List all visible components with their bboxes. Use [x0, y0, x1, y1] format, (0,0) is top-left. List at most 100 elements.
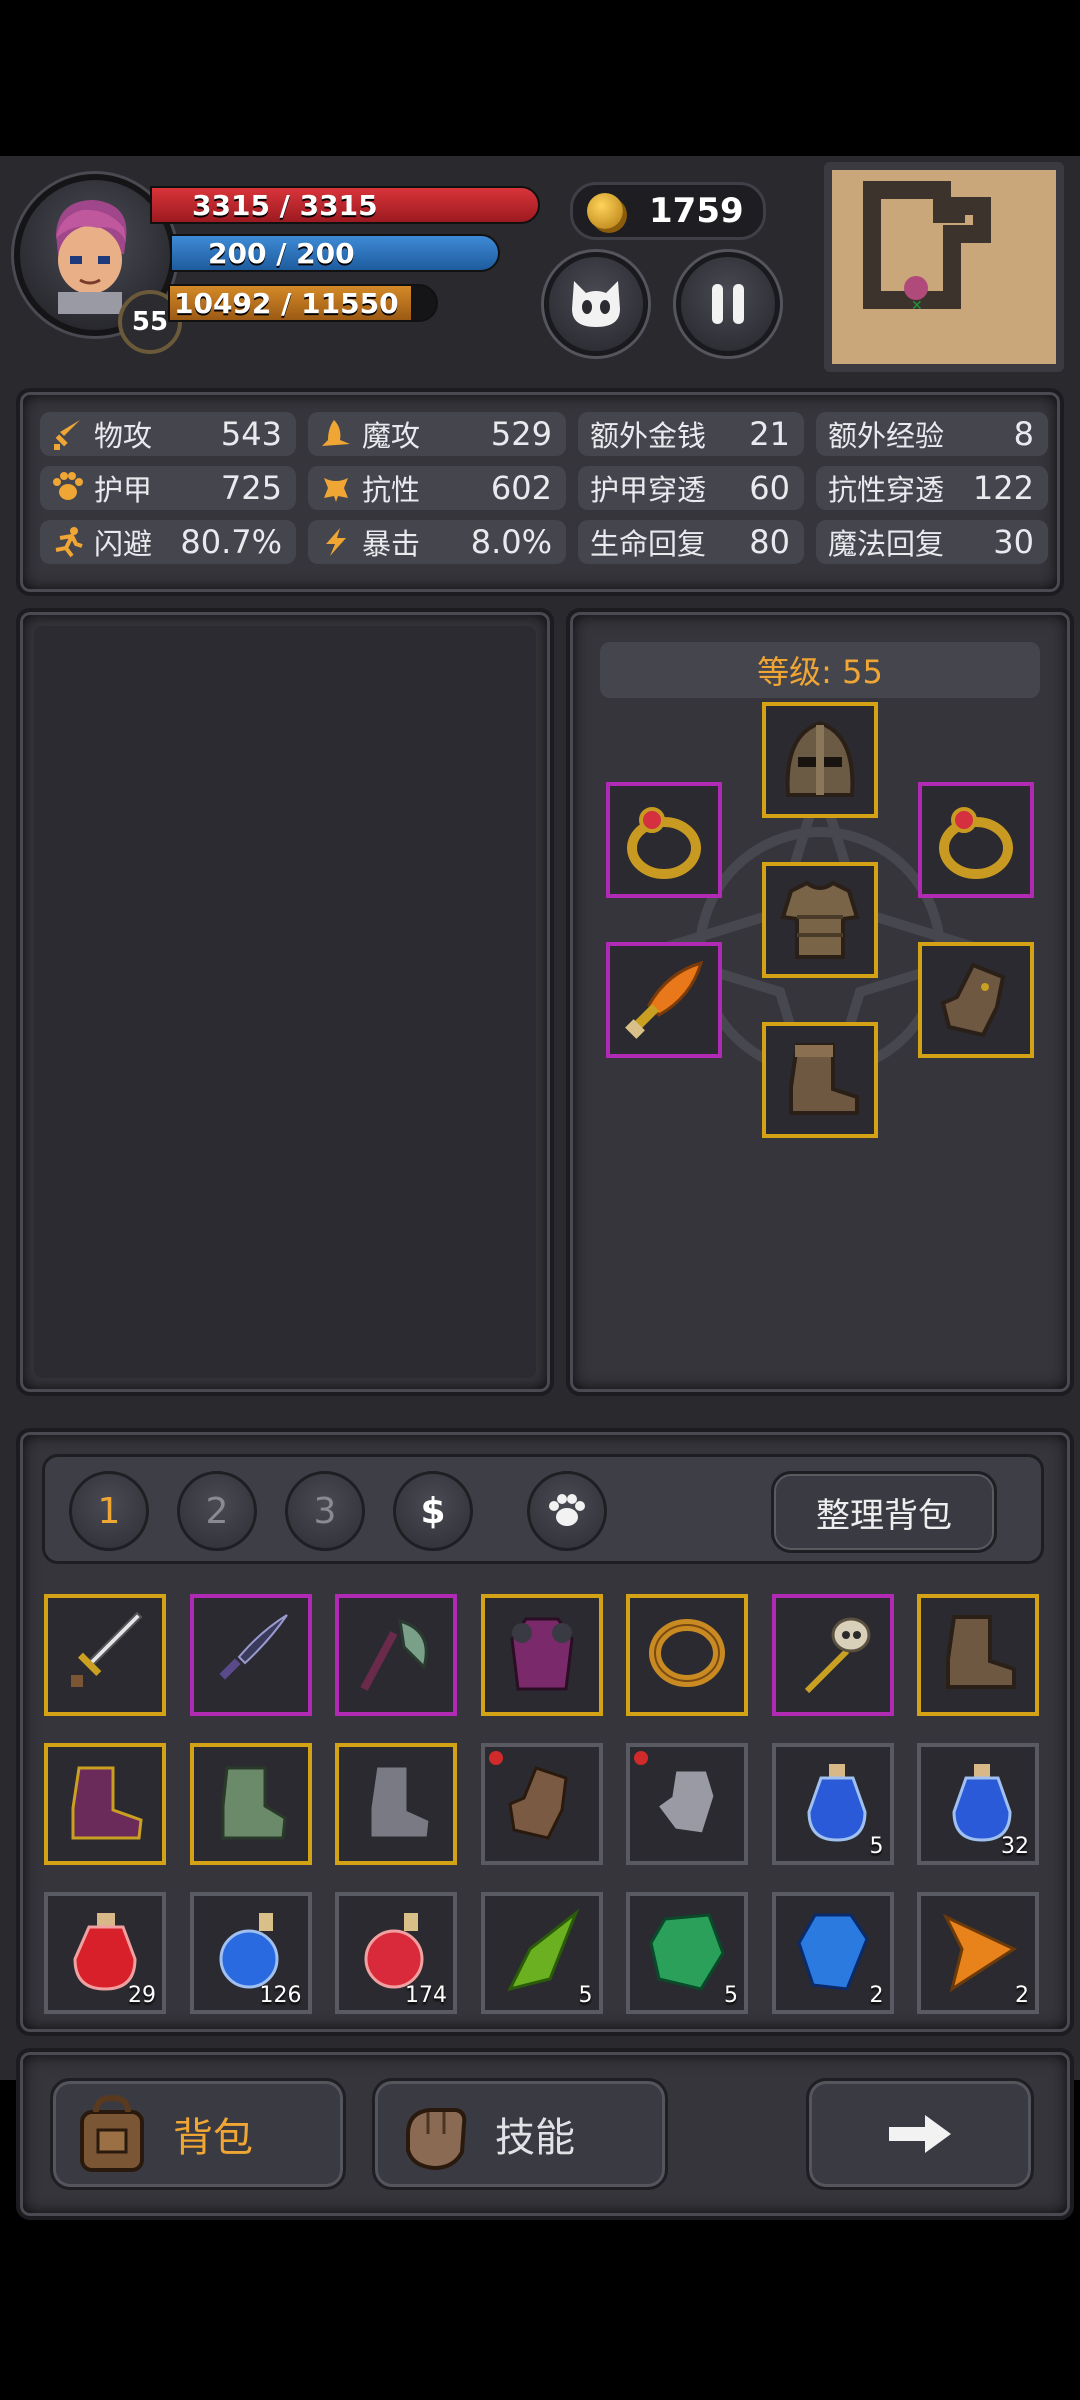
- stat-label: 抗性: [362, 473, 421, 507]
- inventory-slot[interactable]: [480, 1743, 603, 1865]
- inventory-slot[interactable]: [335, 1594, 457, 1716]
- stat-value: 80: [749, 523, 790, 561]
- inventory-slot[interactable]: [189, 1594, 312, 1716]
- stat-value: 8: [1013, 415, 1034, 453]
- inventory-slot[interactable]: [480, 1594, 603, 1716]
- dark-dagger-icon: [209, 1611, 293, 1699]
- stat-value: 602: [490, 469, 552, 507]
- green-boots-icon: [209, 1760, 293, 1848]
- bag-button-label: 背包: [173, 2115, 253, 2161]
- xp-bar: 10492 / 11550: [168, 284, 438, 322]
- stat-row: 护甲 725: [40, 466, 296, 510]
- gauntlet-icon: [940, 962, 1006, 1038]
- sword-icon: [63, 1611, 147, 1699]
- stat-value: 8.0%: [470, 523, 552, 561]
- inventory-slot[interactable]: 174: [335, 1892, 457, 2014]
- stat-value: 30: [993, 523, 1034, 561]
- equip-slot-armor[interactable]: [762, 862, 878, 978]
- stat-row: 抗性穿透 122: [816, 466, 1048, 510]
- skills-button-label: 技能: [495, 2115, 575, 2161]
- inventory-slot[interactable]: 32: [917, 1743, 1039, 1865]
- item-quantity: 29: [128, 1983, 156, 2008]
- stat-row: 物攻 543: [40, 412, 296, 456]
- dagger-icon: [625, 960, 704, 1039]
- inventory-slot[interactable]: 126: [189, 1892, 312, 2014]
- equip-slot-gloves[interactable]: [918, 942, 1034, 1058]
- item-quantity: 5: [578, 1983, 593, 2008]
- pause-button[interactable]: [676, 252, 780, 356]
- stat-row: 生命回复 80: [578, 520, 804, 564]
- equipment-panel: 等级: 55: [566, 608, 1074, 1396]
- fist-icon: [389, 2089, 479, 2179]
- stat-label: 护甲穿透: [590, 473, 707, 507]
- stat-label: 抗性穿透: [828, 473, 945, 507]
- ring-icon: [645, 1611, 729, 1699]
- item-quantity: 32: [1001, 1834, 1029, 1859]
- blue-potion-icon: [791, 1760, 875, 1848]
- skills-button[interactable]: 技能: [372, 2078, 668, 2190]
- inventory-slot[interactable]: 2: [771, 1892, 894, 2014]
- equip-slot-helmet[interactable]: [762, 702, 878, 818]
- sort-inventory-button[interactable]: 整理背包: [771, 1471, 997, 1553]
- paw-icon: [549, 1494, 585, 1526]
- muscle-icon: [316, 468, 356, 508]
- inventory-slot[interactable]: 2: [917, 1892, 1039, 2014]
- green-crystal-icon: [500, 1908, 584, 1997]
- paw-armor-icon: [48, 468, 88, 508]
- minimap[interactable]: ✕: [824, 162, 1064, 372]
- equip-slot-ring-left[interactable]: [606, 782, 722, 898]
- inventory-slot[interactable]: [335, 1743, 457, 1865]
- mp-text: 200 / 200: [208, 236, 355, 270]
- equip-slot-weapon[interactable]: [606, 942, 722, 1058]
- inventory-slot[interactable]: [626, 1594, 748, 1716]
- inventory-slot[interactable]: [44, 1594, 166, 1716]
- stats-panel: 物攻 543 魔攻 529 额外金钱 21 额外经验 8 护甲 725 抗性 602 护甲穿透 60 抗性穿…: [16, 388, 1064, 596]
- chest-armor-icon: [780, 880, 860, 959]
- stat-label: 额外金钱: [590, 419, 707, 453]
- backpack-icon: [67, 2089, 157, 2179]
- item-quantity: 174: [405, 1983, 447, 2008]
- sword-icon: [48, 414, 88, 454]
- stat-label: 生命回复: [590, 527, 707, 561]
- pet-button[interactable]: [544, 252, 648, 356]
- stat-label: 魔法回复: [828, 527, 945, 561]
- inventory-slot[interactable]: [917, 1594, 1039, 1716]
- stat-row: 魔法回复 30: [816, 520, 1048, 564]
- stat-value: 543: [220, 415, 282, 453]
- next-button[interactable]: [806, 2078, 1034, 2190]
- equip-slot-ring-right[interactable]: [918, 782, 1034, 898]
- stat-value: 725: [220, 469, 282, 507]
- cat-face-icon: [572, 281, 620, 327]
- inventory-slot[interactable]: [626, 1743, 748, 1865]
- stat-value: 21: [749, 415, 790, 453]
- inventory-slot[interactable]: 29: [44, 1892, 166, 2014]
- steel-gloves-icon: [645, 1760, 729, 1848]
- tab-pet[interactable]: [527, 1471, 607, 1551]
- leather-gloves-icon: [500, 1760, 584, 1848]
- game-screen: 5 5 3315 / 3315 200 / 200 10492 / 11550 1…: [0, 156, 1080, 2220]
- stat-row: 额外经验 8: [816, 412, 1048, 456]
- inventory-slot[interactable]: 5: [626, 1892, 748, 2014]
- inventory-slot[interactable]: 5: [771, 1743, 894, 1865]
- inventory-slot[interactable]: [189, 1743, 312, 1865]
- stat-label: 闪避: [94, 527, 153, 561]
- minimap-layout-icon: ✕: [863, 181, 991, 314]
- skull-staff-icon: [791, 1611, 875, 1699]
- equip-slot-boots[interactable]: [762, 1022, 878, 1138]
- xp-text: 10492 / 11550: [174, 286, 399, 320]
- inventory-slot[interactable]: 5: [480, 1892, 603, 2014]
- gold-counter: 1759: [570, 182, 766, 240]
- tab-page-2[interactable]: 2: [177, 1471, 257, 1551]
- bag-button[interactable]: 背包: [50, 2078, 346, 2190]
- boots-icon: [936, 1611, 1020, 1699]
- inventory-slot[interactable]: [44, 1743, 166, 1865]
- stat-value: 60: [749, 469, 790, 507]
- lightning-icon: [316, 522, 356, 562]
- tab-page-1[interactable]: 1: [69, 1471, 149, 1551]
- tab-shop[interactable]: $: [393, 1471, 473, 1551]
- tab-page-3[interactable]: 3: [285, 1471, 365, 1551]
- inventory-slot[interactable]: [771, 1594, 894, 1716]
- stat-row: 暴击 8.0%: [308, 520, 566, 564]
- coin-icon: [587, 193, 623, 229]
- running-icon: [48, 522, 88, 562]
